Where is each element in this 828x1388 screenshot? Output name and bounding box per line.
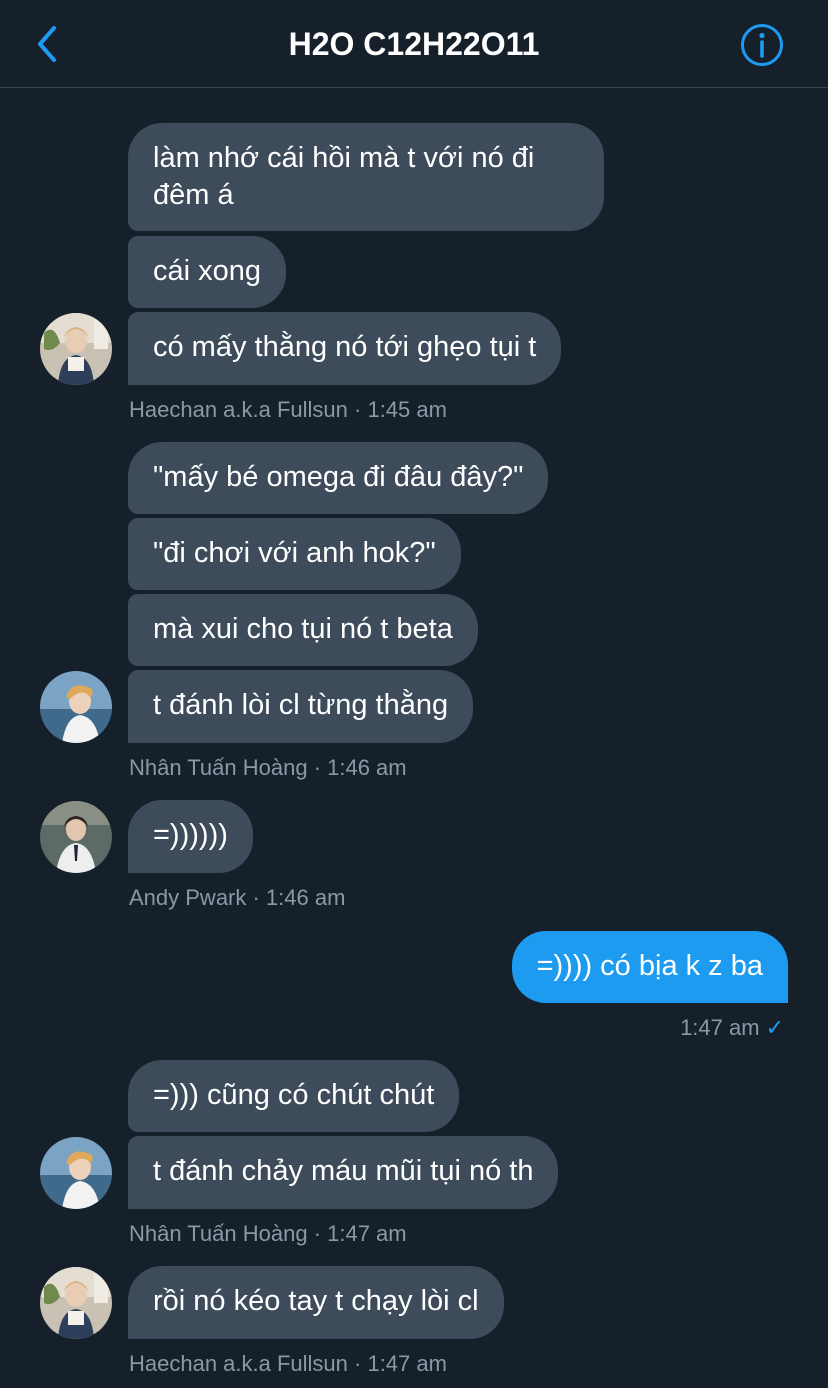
- avatar[interactable]: [40, 1137, 112, 1209]
- message-meta: Andy Pwark · 1:46 am: [129, 885, 346, 910]
- message-bubble[interactable]: =))) cũng có chút chút: [128, 1060, 460, 1132]
- sent-check-icon: ✓: [765, 1015, 784, 1040]
- message-meta: Haechan a.k.a Fullsun · 1:45 am: [129, 397, 447, 422]
- message-meta: Haechan a.k.a Fullsun · 1:47 am: [129, 1351, 447, 1376]
- avatar-image: [40, 1267, 112, 1339]
- conversation-title: H2O C12H22O11: [288, 26, 540, 62]
- avatar[interactable]: [40, 313, 112, 385]
- avatar-image: [40, 801, 112, 873]
- message-bubble[interactable]: "đi chơi với anh hok?": [128, 518, 461, 590]
- avatar[interactable]: [40, 671, 112, 743]
- message-bubble[interactable]: t đánh chảy máu mũi tụi nó th: [128, 1136, 559, 1209]
- message-time: 1:47 am: [680, 1015, 760, 1040]
- message-bubble[interactable]: cái xong: [128, 236, 287, 308]
- message-meta: Nhân Tuấn Hoàng · 1:46 am: [129, 755, 407, 780]
- outgoing-message-meta: 1:47 am ✓: [680, 1014, 784, 1042]
- avatar[interactable]: [40, 801, 112, 873]
- message-bubble[interactable]: có mấy thằng nó tới ghẹo tụi t: [128, 312, 562, 385]
- outgoing-message-bubble[interactable]: =)))) có bịa k z ba: [511, 931, 788, 1003]
- avatar-image: [40, 1137, 112, 1209]
- message-bubble[interactable]: "mấy bé omega đi đâu đây?": [128, 442, 549, 514]
- message-bubble[interactable]: rồi nó kéo tay t chạy lòi cl: [128, 1266, 504, 1339]
- message-bubble[interactable]: t đánh lòi cl từng thằng: [128, 670, 474, 743]
- avatar-image: [40, 671, 112, 743]
- message-bubble[interactable]: làm nhớ cái hồi mà t với nó đi đêm á: [128, 123, 604, 231]
- avatar[interactable]: [40, 1267, 112, 1339]
- info-circle-icon: [741, 24, 783, 66]
- avatar-image: [40, 313, 112, 385]
- info-button[interactable]: [740, 23, 784, 67]
- conversation-header: H2O C12H22O11: [0, 0, 828, 88]
- message-bubble[interactable]: =)))))): [128, 800, 253, 873]
- message-bubble[interactable]: mà xui cho tụi nó t beta: [128, 594, 478, 666]
- message-meta: Nhân Tuấn Hoàng · 1:47 am: [129, 1221, 407, 1246]
